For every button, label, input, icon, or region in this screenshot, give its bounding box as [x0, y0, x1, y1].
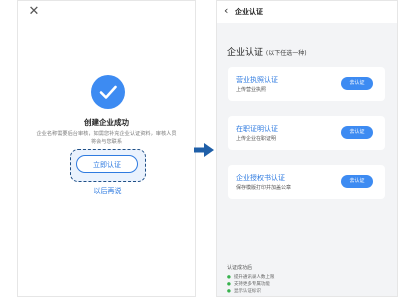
enterprise-verification-screen: ‹ 企业认证 企业认证 (以下任选一种) 营业执照认证 上传营业执照 去认证 在… [216, 0, 398, 297]
benefits-title: 认证成功后 [227, 265, 253, 271]
success-title: 创建企业成功 [84, 118, 129, 127]
benefit-text: 显示认证标识 [233, 289, 261, 294]
benefit-text: 支持更多专属功能 [233, 282, 270, 287]
section-title: 企业认证 (以下任选一种) [227, 45, 307, 58]
go-verify-button[interactable]: 去认证 [341, 175, 373, 188]
bullet-icon: ● [227, 289, 231, 294]
bullet-icon: ● [227, 282, 231, 287]
card-title: 企业授权书认证 [236, 174, 285, 182]
benefit-text: 提升通讯录人数上限 [233, 275, 275, 280]
card-employment-proof[interactable]: 在职证明认证 上传企业在职证明 去认证 [228, 116, 385, 150]
card-authorization-letter[interactable]: 企业授权书认证 保存模版打印并加盖公章 去认证 [228, 165, 385, 199]
close-icon[interactable]: ✕ [27, 5, 41, 19]
section-title-text: 企业认证 [227, 48, 264, 58]
success-description: 企业名称需要后台审核，如需您补充企业认证资料，审核人员将会与您联系 [36, 131, 177, 145]
go-verify-button[interactable]: 去认证 [341, 77, 373, 90]
go-verify-button[interactable]: 去认证 [341, 126, 373, 139]
nav-bar: ‹ 企业认证 [217, 1, 397, 23]
flow-arrow-icon [194, 142, 214, 161]
bullet-icon: ● [227, 275, 231, 280]
later-link[interactable]: 以后再说 [18, 186, 197, 196]
section-hint: (以下任选一种) [265, 50, 307, 57]
benefit-item: ● 提升通讯录人数上限 [227, 274, 274, 280]
success-screen: ✕ 创建企业成功 企业名称需要后台审核，如需您补充企业认证资料，审核人员将会与您… [17, 0, 196, 297]
card-subtitle: 上传企业在职证明 [236, 136, 277, 142]
benefit-item: ● 支持更多专属功能 [227, 281, 270, 287]
benefit-item: ● 显示认证标识 [227, 288, 261, 294]
card-title: 营业执照认证 [236, 76, 278, 84]
card-subtitle: 上传营业执照 [236, 87, 267, 93]
card-business-license[interactable]: 营业执照认证 上传营业执照 去认证 [228, 67, 385, 101]
check-circle-icon [91, 75, 125, 109]
card-subtitle: 保存模版打印并加盖公章 [236, 185, 292, 191]
back-icon[interactable]: ‹ [224, 5, 228, 17]
nav-title: 企业认证 [235, 8, 263, 16]
verify-now-button[interactable]: 立即认证 [76, 155, 138, 173]
card-title: 在职证明认证 [236, 125, 278, 133]
